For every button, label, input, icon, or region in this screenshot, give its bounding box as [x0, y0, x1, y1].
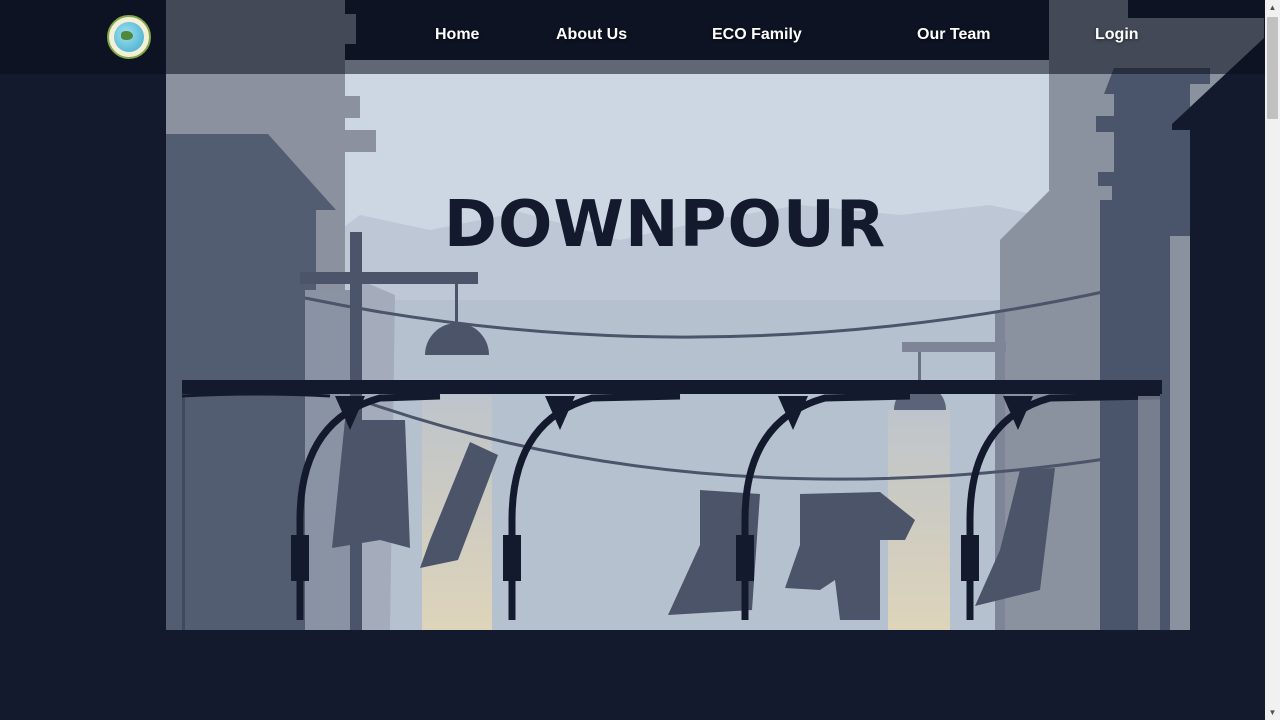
nav-our-team-link[interactable]: Our Team	[917, 26, 991, 44]
page-viewport: Home About Us ECO Family Our Team Login …	[0, 0, 1265, 720]
scrollbar-thumb[interactable]	[1267, 17, 1278, 119]
hero-title: DOWNPOUR	[443, 188, 887, 262]
triangle-up-icon[interactable]: ▲	[1265, 0, 1280, 15]
triangle-down-icon[interactable]: ▼	[1265, 705, 1280, 720]
nav-about-us-link[interactable]: About Us	[556, 26, 627, 44]
nav-eco-family-link[interactable]: ECO Family	[712, 26, 802, 44]
globe-emblem-icon[interactable]	[107, 15, 151, 59]
land-mass-icon	[121, 31, 133, 40]
top-navbar: Home About Us ECO Family Our Team Login	[0, 0, 1265, 74]
nav-login-link[interactable]: Login	[1095, 26, 1139, 44]
vertical-scrollbar[interactable]: ▲ ▼	[1265, 0, 1280, 720]
hero-illustration	[0, 0, 1265, 720]
nav-home-link[interactable]: Home	[435, 26, 479, 44]
